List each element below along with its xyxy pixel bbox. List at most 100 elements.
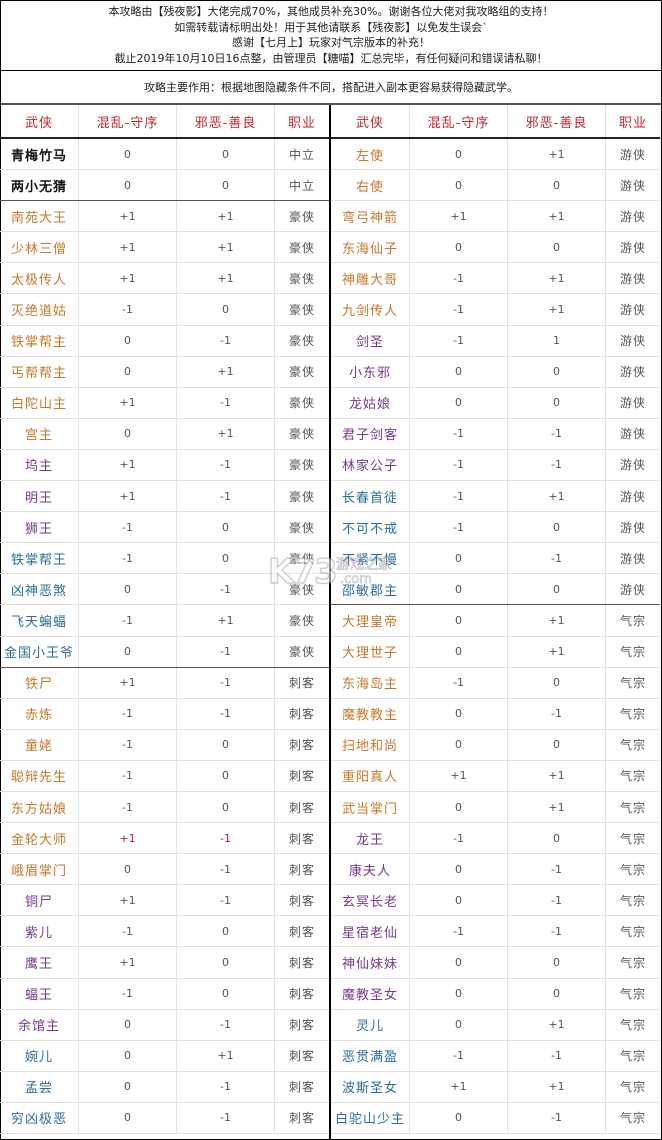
evil-good-value: +1 — [508, 201, 606, 232]
table-row: 穷凶极恶 0 -1 刺客 — [0, 1102, 329, 1134]
header-name: 武侠 — [331, 105, 410, 137]
table-row: 狮王 -1 0 豪侠 — [0, 512, 329, 544]
evil-good-value: -1 — [177, 481, 275, 512]
evil-good-value: 0 — [177, 729, 275, 760]
job-value: 豪侠 — [288, 427, 315, 442]
table-row: 童姥 -1 0 刺客 — [0, 729, 329, 761]
chaos-order-value: 0 — [410, 791, 508, 823]
notice-line: 感谢【七月上】玩家对气宗版本的补充！ — [232, 36, 430, 49]
job-value: 刺客 — [288, 1111, 315, 1126]
chaos-order-value: 0 — [79, 1009, 177, 1040]
character-name: 余馆主 — [0, 1009, 79, 1040]
table-row: 孟尝 0 -1 刺客 — [0, 1071, 329, 1103]
character-name: 铁掌帮王 — [0, 543, 79, 574]
character-name: 大理世子 — [331, 636, 410, 667]
chaos-order-value: 0 — [410, 543, 508, 574]
job-value: 刺客 — [288, 924, 315, 939]
evil-good-value: +1 — [177, 1040, 275, 1071]
table-row: 大理世子 0 +1 气宗 — [331, 636, 660, 668]
table-row: 邵敏郡主 0 0 游侠 — [331, 574, 660, 606]
table-row: 武当掌门 0 +1 气宗 — [331, 791, 660, 824]
character-name: 狮王 — [0, 512, 79, 543]
character-name: 两小无猜 — [0, 170, 79, 201]
character-name: 峨眉掌门 — [0, 854, 79, 885]
chaos-order-value: 0 — [410, 854, 508, 885]
job-value: 豪侠 — [288, 582, 315, 597]
character-name: 波斯圣女 — [331, 1071, 410, 1102]
chaos-order-value: 0 — [79, 356, 177, 387]
job-value: 游侠 — [619, 271, 646, 286]
character-name: 穷凶极恶 — [0, 1102, 79, 1133]
job-value: 气宗 — [619, 800, 646, 815]
evil-good-value: -1 — [177, 574, 275, 605]
table-row: 大理皇帝 0 +1 气宗 — [331, 605, 660, 637]
table-row: 林家公子 -1 -1 游侠 — [331, 449, 660, 482]
job-value: 豪侠 — [288, 365, 315, 380]
evil-good-value: -1 — [177, 885, 275, 916]
job-value: 刺客 — [288, 738, 315, 753]
job-value: 豪侠 — [288, 645, 315, 660]
header-evil-good: 邪恶-善良 — [177, 105, 275, 137]
table-row: 星宿老仙 -1 -1 气宗 — [331, 916, 660, 948]
character-name: 赤炼 — [0, 698, 79, 729]
evil-good-value: -1 — [177, 325, 275, 356]
chaos-order-value: 0 — [410, 356, 508, 387]
notice-line: 如需转载请标明出处！用于其他请联系【残夜影】以免发生误会` — [174, 20, 488, 34]
evil-good-value: 0 — [177, 543, 275, 574]
chaos-order-value: 0 — [410, 1102, 508, 1133]
job-value: 气宗 — [619, 769, 646, 784]
chaos-order-value: -1 — [410, 263, 508, 294]
job-value: 游侠 — [619, 334, 646, 349]
chaos-order-value: -1 — [410, 1040, 508, 1071]
character-name: 聪辩先生 — [0, 760, 79, 791]
chaos-order-value: +1 — [410, 1071, 508, 1102]
evil-good-value: -1 — [508, 1040, 606, 1071]
table-row: 铁掌帮王 -1 0 豪侠 — [0, 543, 329, 575]
evil-good-value: 0 — [508, 170, 606, 201]
chaos-order-value: 0 — [410, 139, 508, 170]
job-value: 气宗 — [619, 862, 646, 877]
character-name: 坞主 — [0, 449, 79, 481]
chaos-order-value: -1 — [79, 698, 177, 729]
evil-good-value: 0 — [508, 947, 606, 978]
chaos-order-value: +1 — [79, 885, 177, 916]
job-value: 豪侠 — [288, 520, 315, 535]
job-value: 刺客 — [288, 769, 315, 784]
table-row: 不可不戒 -1 0 游侠 — [331, 512, 660, 544]
table-row: 灭绝道姑 -1 0 豪侠 — [0, 294, 329, 326]
character-name: 凶神恶煞 — [0, 574, 79, 605]
evil-good-value: +1 — [508, 1071, 606, 1102]
character-name: 星宿老仙 — [331, 916, 410, 947]
job-value: 刺客 — [288, 987, 315, 1002]
job-value: 气宗 — [619, 676, 646, 691]
character-name: 飞天蝙蝠 — [0, 605, 79, 636]
chaos-order-value: 0 — [79, 418, 177, 449]
job-value: 气宗 — [619, 924, 646, 939]
chaos-order-value: -1 — [410, 916, 508, 947]
job-value: 豪侠 — [288, 551, 315, 566]
evil-good-value: 0 — [508, 387, 606, 418]
table-row: 魔教圣女 0 0 气宗 — [331, 978, 660, 1010]
chaos-order-value: 0 — [410, 574, 508, 605]
character-name: 龙姑娘 — [331, 387, 410, 418]
evil-good-value: +1 — [177, 605, 275, 636]
table-row: 婉儿 0 +1 刺客 — [0, 1040, 329, 1072]
table-header-row: 武侠 混乱-守序 邪恶-善良 职业 — [0, 105, 329, 139]
evil-good-value: 0 — [508, 729, 606, 760]
chaos-order-value: +1 — [79, 481, 177, 512]
evil-good-value: +1 — [508, 294, 606, 325]
chaos-order-value: 0 — [79, 854, 177, 885]
chaos-order-value: -1 — [79, 791, 177, 823]
evil-good-value: +1 — [177, 201, 275, 232]
evil-good-value: 0 — [177, 916, 275, 947]
chaos-order-value: -1 — [410, 418, 508, 449]
evil-good-value: +1 — [508, 1009, 606, 1040]
character-name: 神雕大哥 — [331, 263, 410, 294]
chaos-order-value: +1 — [79, 449, 177, 481]
chaos-order-value: -1 — [410, 325, 508, 356]
character-name: 金国小王爷 — [0, 636, 79, 667]
character-name: 玄冥长老 — [331, 885, 410, 916]
character-name: 孟尝 — [0, 1071, 79, 1102]
table-row: 金轮大师 +1 -1 刺客 — [0, 823, 329, 855]
character-name: 九剑传人 — [331, 294, 410, 325]
